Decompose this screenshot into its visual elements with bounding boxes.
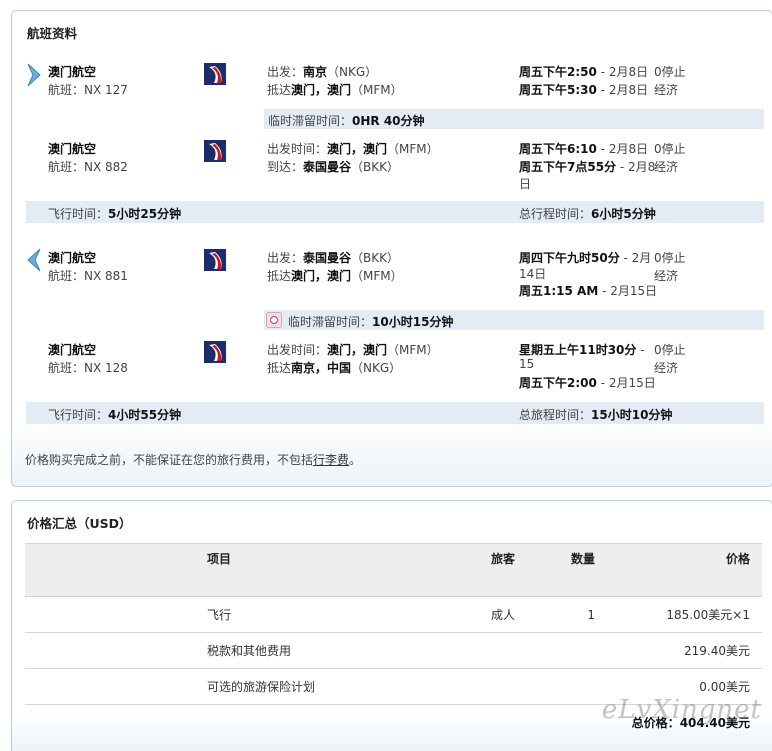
departure-time: 星期五上午11时30分 -: [519, 343, 645, 357]
chevron-left-icon: [27, 248, 41, 272]
row-price: 185.00美元×1: [607, 596, 762, 633]
departure-line: 出发时间：澳门，澳门（MFM）: [267, 142, 439, 156]
arrival-time: 周五下午2:00 - 2月15日: [519, 376, 656, 390]
airline-name: 澳门航空: [48, 142, 97, 156]
col-item: 项目: [195, 543, 407, 597]
row-qty: 1: [527, 596, 607, 633]
col-qty: 数量: [527, 543, 607, 597]
row-qty: [527, 632, 607, 669]
row-item: 飞行: [195, 596, 407, 633]
stops: 0停止: [654, 343, 686, 357]
airline-logo-icon: [204, 63, 226, 85]
col-passenger: 旅客: [407, 543, 527, 597]
baggage-fee-link[interactable]: 行李费: [313, 453, 349, 467]
departure-time: 周五下午6:10 - 2月8日: [519, 142, 649, 156]
row-passenger: [407, 632, 527, 669]
row-item: 税款和其他费用: [195, 632, 407, 669]
row-passenger: 成人: [407, 596, 527, 633]
layover-label: 临时滞留时间：: [268, 114, 353, 128]
stops: 0停止: [654, 251, 686, 265]
table-header-row: 项目 旅客 数量 价格: [25, 543, 762, 597]
airline-name: 澳门航空: [48, 251, 97, 265]
arrival-line: 抵达南京，中国（NKG）: [267, 361, 402, 375]
layover-label: 临时滞留时间：: [288, 315, 373, 329]
row-passenger: [407, 668, 527, 705]
arrival-time: 周五下午7点55分 - 2月8: [519, 160, 656, 174]
airline-logo-icon: [204, 341, 226, 363]
watermark: eLvXingnet: [601, 695, 762, 725]
chevron-right-icon: [27, 63, 41, 87]
flight-info-panel: 航班资料 澳门航空 航班：NX 127 出发：南京（NKG） 抵达澳门，澳门（M…: [11, 10, 772, 487]
col-price: 价格: [607, 543, 762, 597]
departure-time: 周五下午2:50 - 2月8日: [519, 65, 649, 79]
flight-time-bar: 飞行时间：4小时55分钟 总旅程时间：15小时10分钟: [26, 402, 764, 424]
arrival-line: 抵达澳门，澳门（MFM）: [267, 83, 403, 97]
layover-value: 0HR 40分钟: [352, 114, 425, 128]
panel-title: 价格汇总（USD）: [27, 516, 132, 531]
row-item: 可选的旅游保险计划: [195, 668, 407, 705]
stops: 0停止: [654, 65, 686, 79]
departure-line: 出发时间：澳门，澳门（MFM）: [267, 343, 439, 357]
row-qty: [527, 668, 607, 705]
airline-name: 澳门航空: [48, 65, 97, 79]
departure-time: 周四下午九时50分 - 2月: [519, 251, 652, 265]
airline-name: 澳门航空: [48, 343, 97, 357]
price-disclaimer: 价格购买完成之前，不能保证在您的旅行费用，不包括行李费。: [25, 453, 362, 467]
flight-number: 航班：NX 882: [48, 160, 128, 174]
clock-icon: [266, 312, 282, 328]
panel-title: 航班资料: [27, 26, 78, 41]
airline-logo-icon: [204, 249, 226, 271]
departure-line: 出发：南京（NKG）: [267, 65, 378, 79]
flight-time-bar: 飞行时间：5小时25分钟 总行程时间：6小时5分钟: [26, 201, 764, 223]
departure-date-wrap: 14日: [519, 267, 547, 281]
arrival-line: 到达：泰国曼谷（BKK）: [267, 160, 400, 174]
stops: 0停止: [654, 142, 686, 156]
row-price: 219.40美元: [607, 632, 762, 669]
arrival-line: 抵达澳门，澳门（MFM）: [267, 269, 403, 283]
cabin-class: 经济: [654, 361, 679, 375]
airline-logo-icon: [204, 140, 226, 162]
cabin-class: 经济: [654, 83, 679, 97]
table-row: 飞行 成人 1 185.00美元×1: [25, 596, 762, 633]
layover-value: 10小时15分钟: [372, 315, 454, 329]
departure-date-wrap: 15: [519, 357, 535, 371]
cabin-class: 经济: [654, 269, 679, 283]
arrival-date-wrap: 日: [519, 177, 532, 191]
price-summary-panel: 价格汇总（USD） 项目 旅客 数量 价格 飞行 成人 1 185.00美元×1…: [11, 500, 772, 751]
cabin-class: 经济: [654, 160, 679, 174]
departure-line: 出发：泰国曼谷（BKK）: [267, 251, 400, 265]
layover-bar: 临时滞留时间：10小时15分钟: [264, 310, 764, 330]
flight-number: 航班：NX 127: [48, 83, 128, 97]
layover-bar: 临时滞留时间：0HR 40分钟: [264, 109, 764, 129]
arrival-time: 周五1:15 AM - 2月15日: [519, 284, 658, 298]
table-row: 税款和其他费用 219.40美元: [25, 632, 762, 669]
flight-number: 航班：NX 128: [48, 361, 128, 375]
arrival-time: 周五下午5:30 - 2月8日: [519, 83, 649, 97]
flight-number: 航班：NX 881: [48, 269, 128, 283]
